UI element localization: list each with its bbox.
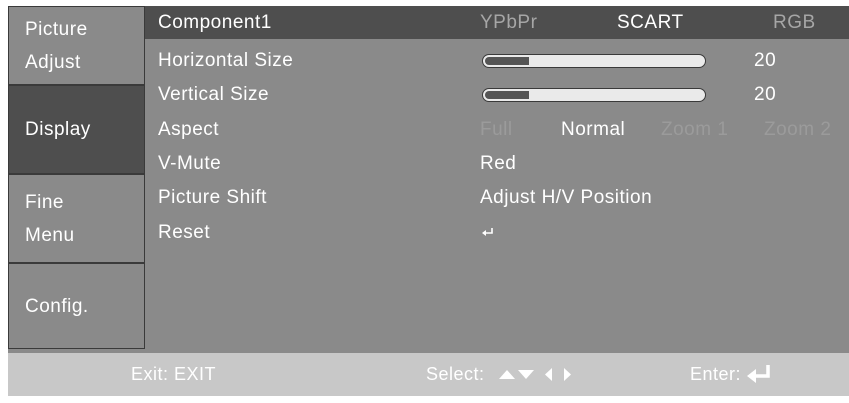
arrow-up-down-icon [499, 368, 535, 382]
osd-menu: Picture Adjust Display Fine Menu Config.… [8, 6, 849, 396]
tab-config[interactable]: Config. [8, 263, 145, 349]
vertical-size-value: 20 [754, 84, 777, 105]
horizontal-size-value: 20 [754, 50, 777, 71]
tab-label-line: Menu [25, 224, 75, 246]
arrow-left-right-icon [544, 367, 574, 383]
option-scart[interactable]: SCART [617, 6, 684, 40]
picture-shift-value[interactable]: Adjust H/V Position [480, 181, 652, 215]
tab-label-line: Picture [25, 18, 88, 40]
horizontal-size-fill [485, 57, 529, 65]
tab-picture-adjust[interactable]: Picture Adjust [8, 6, 145, 85]
enter-icon [747, 365, 773, 383]
option-rgb[interactable]: RGB [773, 6, 816, 40]
footer-select: Select: [426, 364, 485, 384]
footer-exit: Exit: EXIT [131, 364, 217, 384]
aspect-option-normal[interactable]: Normal [561, 113, 625, 147]
vertical-size-slider[interactable] [482, 88, 706, 102]
enter-icon[interactable] [482, 228, 494, 240]
footer-help-bar: Exit: EXIT Select: Enter: [8, 353, 849, 396]
v-mute-value[interactable]: Red [480, 147, 516, 181]
picture-shift-label: Picture Shift [158, 187, 267, 208]
tab-label-line: Config. [25, 295, 89, 317]
reset-label: Reset [158, 222, 211, 243]
tab-label-line: Display [25, 119, 91, 140]
footer-enter: Enter: [690, 364, 742, 384]
horizontal-size-slider[interactable] [482, 54, 706, 68]
tab-fine-menu[interactable]: Fine Menu [8, 174, 145, 263]
vertical-size-label: Vertical Size [158, 84, 270, 105]
aspect-option-zoom2[interactable]: Zoom 2 [764, 113, 831, 147]
tab-display[interactable]: Display [8, 85, 145, 174]
aspect-option-full[interactable]: Full [480, 113, 513, 147]
tab-label-line: Fine [25, 191, 64, 213]
tab-label-line: Adjust [25, 51, 81, 73]
aspect-option-zoom1[interactable]: Zoom 1 [661, 113, 728, 147]
aspect-label: Aspect [158, 119, 220, 140]
vertical-size-fill [485, 91, 529, 99]
component-label: Component1 [158, 12, 272, 33]
v-mute-label: V-Mute [158, 153, 222, 174]
option-ypbpr[interactable]: YPbPr [480, 6, 537, 40]
horizontal-size-label: Horizontal Size [158, 50, 294, 71]
